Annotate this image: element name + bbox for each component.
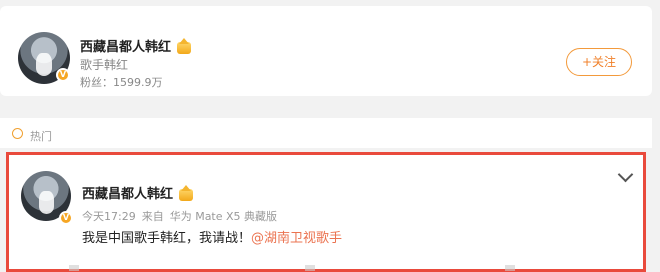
post-meta: 今天17:29 来自 华为 Mate X5 典藏版	[82, 208, 283, 224]
post-time[interactable]: 今天17:29	[82, 210, 136, 223]
chevron-down-icon[interactable]	[617, 166, 634, 183]
post-source-prefix: 来自	[141, 210, 164, 223]
profile-name[interactable]: 西藏昌都人韩红	[80, 36, 192, 55]
post-author-text: 西藏昌都人韩红	[82, 187, 174, 202]
verified-badge-icon: V	[56, 68, 70, 82]
follow-button[interactable]: +关注	[566, 48, 632, 76]
profile-name-text: 西藏昌都人韩红	[80, 40, 172, 55]
post-action-toolbar	[69, 265, 589, 271]
post-card: V 西藏昌都人韩红 今天17:29 来自 华为 Mate X5 典藏版 我是中国歌手…	[6, 152, 646, 272]
fans-count: 1599.9万	[113, 76, 163, 89]
crown-icon	[177, 37, 192, 54]
hot-icon	[12, 128, 23, 139]
post-source: 华为 Mate X5 典藏版	[169, 210, 278, 223]
profile-card: V 西藏昌都人韩红 歌手韩红 粉丝：1599.9万 +关注	[0, 6, 652, 96]
profile-title: 歌手韩红	[80, 58, 129, 72]
post-text: 我是中国歌手韩红，我请战！@湖南卫视歌手	[82, 227, 342, 246]
post-mention-link[interactable]: @湖南卫视歌手	[251, 231, 342, 246]
post-author[interactable]: 西藏昌都人韩红	[82, 183, 194, 202]
post-body: 我是中国歌手韩红，我请战！	[82, 231, 252, 246]
post-crown-icon	[179, 184, 194, 201]
post-verified-badge-icon: V	[59, 211, 73, 225]
hot-label: 热门	[30, 130, 52, 143]
hot-section-header: 热门	[0, 118, 652, 148]
fans-label: 粉丝：	[80, 76, 113, 89]
fans-info: 粉丝：1599.9万	[80, 74, 163, 90]
